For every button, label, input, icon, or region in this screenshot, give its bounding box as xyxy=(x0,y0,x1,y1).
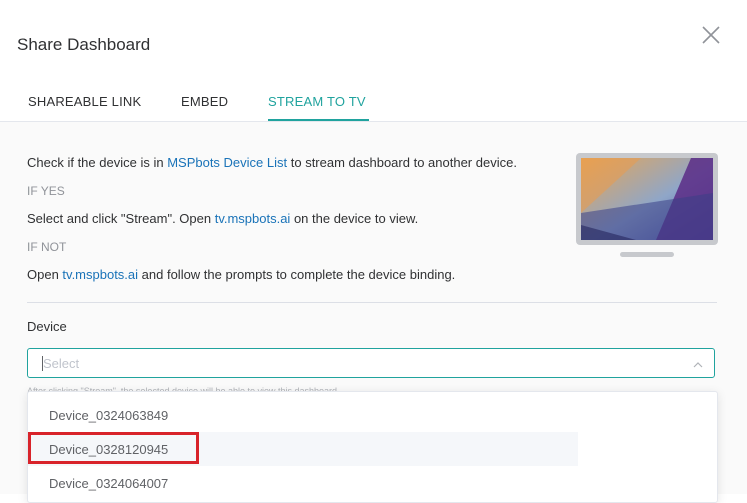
highlight-annotation-box xyxy=(28,432,199,464)
tab-bar: SHAREABLE LINK EMBED STREAM TO TV xyxy=(0,84,747,122)
tv-link[interactable]: tv.mspbots.ai xyxy=(62,267,138,282)
device-list-link[interactable]: MSPbots Device List xyxy=(167,155,287,170)
chevron-up-icon[interactable] xyxy=(692,358,704,370)
tab-stream-to-tv[interactable]: STREAM TO TV xyxy=(268,94,366,109)
device-label: Device xyxy=(27,319,67,334)
close-icon[interactable] xyxy=(698,22,724,48)
instruction-text: Select and click "Stream". Open xyxy=(27,211,215,226)
tab-embed[interactable]: EMBED xyxy=(181,94,228,109)
instruction-text: and follow the prompts to complete the d… xyxy=(138,267,456,282)
device-option[interactable]: Device_0324064007 xyxy=(28,466,578,500)
tv-illustration xyxy=(576,153,718,258)
device-option-label: Device_0324064007 xyxy=(49,476,169,491)
instruction-text: Open xyxy=(27,267,63,282)
instruction-text: Check if the device is in xyxy=(27,155,168,170)
instruction-check: Check if the device is in MSPbots Device… xyxy=(27,155,517,170)
instruction-text: on the device to view. xyxy=(290,211,419,226)
dialog-title: Share Dashboard xyxy=(17,35,151,54)
device-select-placeholder: Select xyxy=(43,356,80,371)
tab-shareable-link[interactable]: SHAREABLE LINK xyxy=(28,94,141,109)
instruction-text: to stream dashboard to another device. xyxy=(287,155,517,170)
active-tab-indicator xyxy=(268,119,369,121)
device-option-label: Device_0324063849 xyxy=(49,408,169,423)
instruction-not: Open tv.mspbots.ai and follow the prompt… xyxy=(27,267,455,282)
device-option[interactable]: Device_0324063849 xyxy=(28,398,578,432)
instruction-yes: Select and click "Stream". Open tv.mspbo… xyxy=(27,211,418,226)
tv-link[interactable]: tv.mspbots.ai xyxy=(215,211,291,226)
device-select[interactable]: Select xyxy=(27,348,715,378)
if-yes-label: IF YES xyxy=(27,184,65,198)
if-not-label: IF NOT xyxy=(27,240,67,254)
section-divider xyxy=(27,302,717,303)
